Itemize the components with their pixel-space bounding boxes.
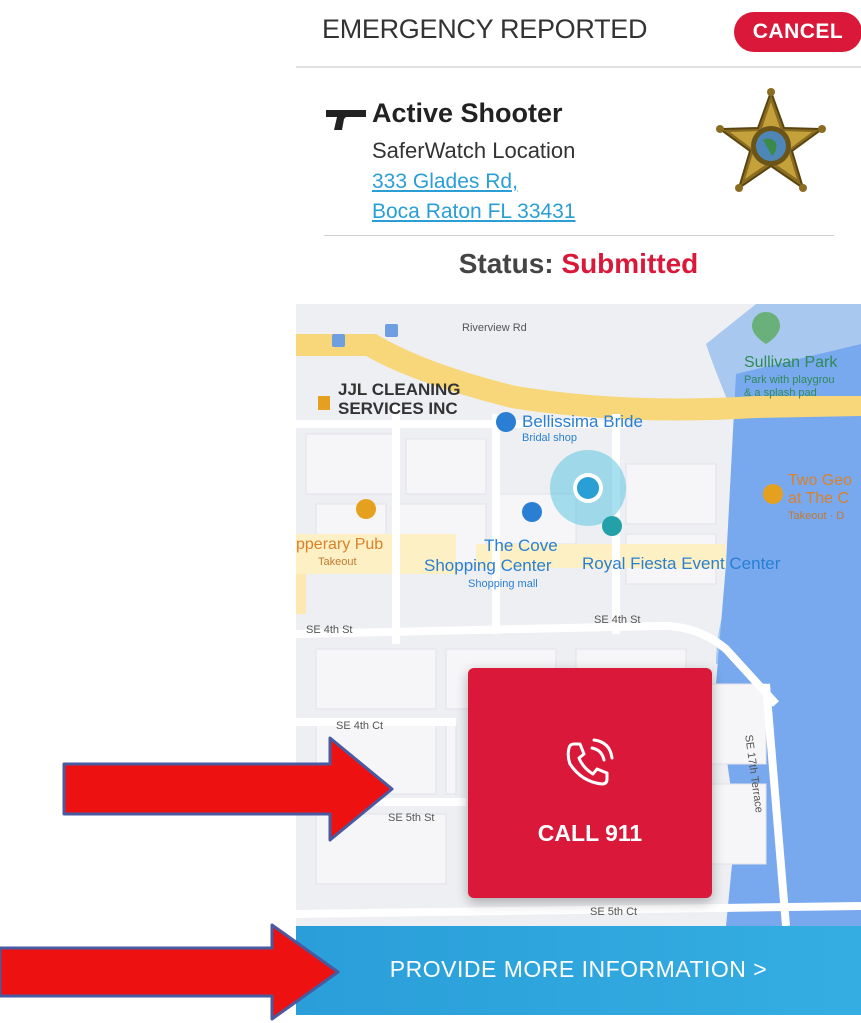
poi-sublabel: Takeout xyxy=(318,556,357,568)
sheriff-star-badge-icon xyxy=(716,88,826,192)
street-label: Riverview Rd xyxy=(462,322,527,334)
status-line: Status: Submitted xyxy=(296,248,861,280)
poi-sublabel: Bridal shop xyxy=(522,432,578,444)
street-label: SE 4th St xyxy=(594,614,641,626)
poi-sublabel: & a splash pad xyxy=(744,387,817,399)
status-label: Status: xyxy=(458,248,554,279)
poi-sublabel: Shopping mall xyxy=(468,578,538,590)
incident-type: Active Shooter xyxy=(372,98,563,128)
emergency-screen: EMERGENCY REPORTED CANCEL Active Shooter… xyxy=(296,0,861,1023)
poi-label: at The C xyxy=(788,490,850,507)
call-911-button[interactable]: CALL 911 xyxy=(468,668,712,898)
address-link-line1[interactable]: 333 Glades Rd, xyxy=(372,170,518,194)
page-title: EMERGENCY REPORTED xyxy=(322,14,648,44)
poi-label: Royal Fiesta Event Center xyxy=(582,554,781,573)
poi-label: pperary Pub xyxy=(296,536,384,553)
poi-label: The Cove xyxy=(484,536,558,555)
street-label: SE 4th Ct xyxy=(336,720,384,732)
poi-label: Bellissima Bride xyxy=(522,412,643,431)
poi-sublabel: Park with playgrou xyxy=(744,374,835,386)
cancel-button[interactable]: CANCEL xyxy=(734,12,861,52)
call-911-label: CALL 911 xyxy=(537,820,643,846)
top-bar: EMERGENCY REPORTED CANCEL xyxy=(296,0,861,66)
location-name: SaferWatch Location xyxy=(372,138,576,163)
address-link-line2[interactable]: Boca Raton FL 33431 xyxy=(372,200,576,224)
street-label: SE 4th St xyxy=(306,624,353,636)
incident-card: Active Shooter SaferWatch Location 333 G… xyxy=(296,68,861,304)
poi-label: SERVICES INC xyxy=(338,399,458,418)
divider xyxy=(324,235,834,236)
street-label: SE 5th Ct xyxy=(590,906,638,918)
provide-more-information-label: PROVIDE MORE INFORMATION > xyxy=(389,956,768,982)
provide-more-information-button[interactable]: PROVIDE MORE INFORMATION > xyxy=(296,926,861,1015)
poi-label: Shopping Center xyxy=(424,556,552,575)
poi-sublabel: Takeout · D xyxy=(788,510,845,522)
poi-label: Sullivan Park xyxy=(744,354,838,371)
poi-label: JJL CLEANING xyxy=(338,380,461,399)
annotation-arrow-icon xyxy=(62,736,394,842)
poi-label: Two Geo xyxy=(788,472,853,489)
annotation-arrow-icon xyxy=(0,923,340,1021)
status-value: Submitted xyxy=(561,248,699,279)
phone-ringing-icon xyxy=(566,738,614,786)
handgun-icon xyxy=(326,110,366,130)
